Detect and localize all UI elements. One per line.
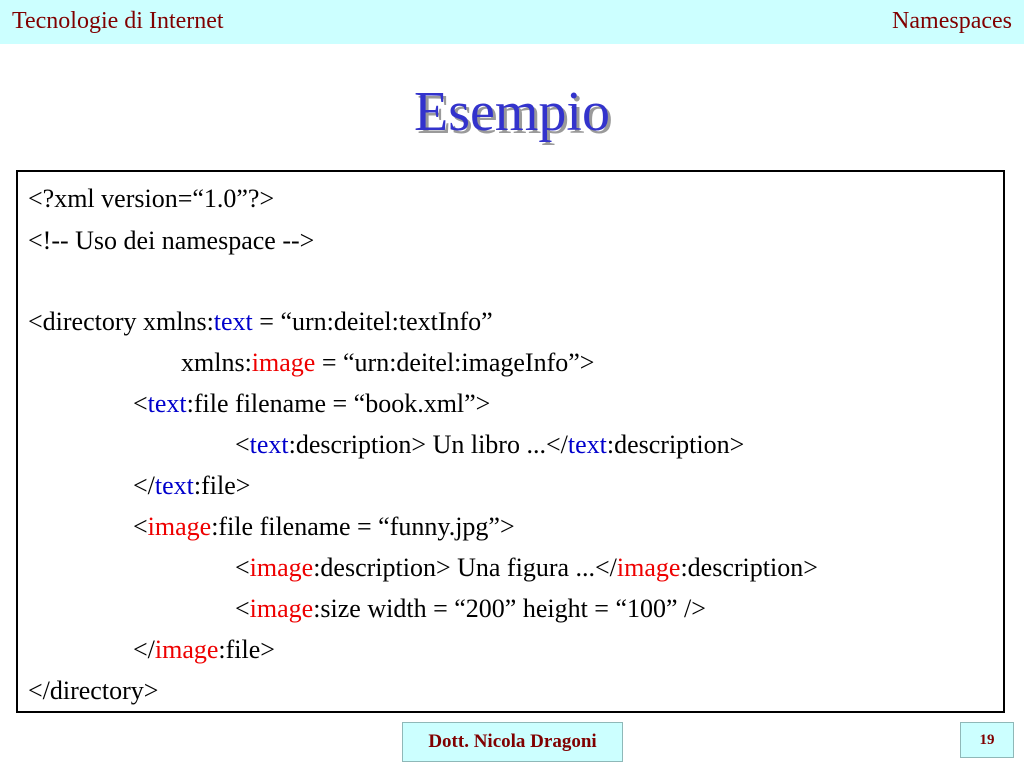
- namespace-prefix-image: image: [147, 512, 212, 541]
- code-text: <: [235, 553, 250, 582]
- code-text: <: [133, 512, 148, 541]
- page-number: 19: [960, 722, 1014, 758]
- code-line: <image:description> Una figura ...</imag…: [235, 553, 818, 583]
- code-text: <: [133, 389, 148, 418]
- namespace-prefix-text: text: [154, 471, 194, 500]
- code-line: </image:file>: [133, 635, 275, 665]
- code-line: <text:description> Un libro ...</text:de…: [235, 430, 744, 460]
- namespace-prefix-text: text: [213, 307, 253, 336]
- code-text: <: [235, 430, 250, 459]
- course-title: Tecnologie di Internet: [12, 8, 224, 34]
- code-line: </directory>: [28, 676, 158, 706]
- code-line: <directory xmlns:text = “urn:deitel:text…: [28, 307, 493, 337]
- topic-title: Namespaces: [892, 8, 1012, 34]
- code-text: :file>: [218, 635, 275, 664]
- namespace-prefix-image: image: [616, 553, 681, 582]
- code-text: :file filename = “book.xml”>: [186, 389, 491, 418]
- code-text: :description> Un libro ...</: [288, 430, 568, 459]
- code-text: :size width = “200” height = “100” />: [313, 594, 706, 623]
- namespace-prefix-image: image: [251, 348, 316, 377]
- code-line: </text:file>: [133, 471, 250, 501]
- code-text: <!-- Uso dei namespace -->: [28, 226, 315, 255]
- code-text: </: [133, 635, 155, 664]
- code-text: = “urn:deitel:textInfo”: [252, 307, 493, 336]
- code-text: :file>: [193, 471, 251, 500]
- code-listing: <?xml version=“1.0”?> <!-- Uso dei names…: [16, 170, 1005, 713]
- code-line: <!-- Uso dei namespace -->: [28, 226, 314, 256]
- namespace-prefix-image: image: [154, 635, 219, 664]
- namespace-prefix-text: text: [567, 430, 607, 459]
- code-line: xmlns:image = “urn:deitel:imageInfo”>: [181, 348, 594, 378]
- code-text: <directory xmlns:: [28, 307, 214, 336]
- code-text: :description>: [606, 430, 745, 459]
- namespace-prefix-image: image: [249, 594, 314, 623]
- code-text: :description>: [680, 553, 818, 582]
- namespace-prefix-text: text: [147, 389, 187, 418]
- header-bar: Tecnologie di Internet Namespaces: [0, 0, 1024, 44]
- namespace-prefix-text: text: [249, 430, 289, 459]
- slide-title: Esempio: [414, 81, 610, 143]
- namespace-prefix-image: image: [249, 553, 314, 582]
- code-text: <: [235, 594, 250, 623]
- code-text: :file filename = “funny.jpg”>: [211, 512, 515, 541]
- author-label: Dott. Nicola Dragoni: [402, 722, 623, 762]
- code-text: :description> Una figura ...</: [313, 553, 617, 582]
- code-text: = “urn:deitel:imageInfo”>: [315, 348, 595, 377]
- code-text: </: [133, 471, 155, 500]
- code-line: <?xml version=“1.0”?>: [28, 184, 274, 214]
- code-line: <text:file filename = “book.xml”>: [133, 389, 490, 419]
- code-line: <image:file filename = “funny.jpg”>: [133, 512, 515, 542]
- code-text: <?xml version=“1.0”?>: [28, 184, 275, 213]
- code-text: </directory>: [28, 676, 159, 705]
- code-text: xmlns:: [181, 348, 252, 377]
- code-line: <image:size width = “200” height = “100”…: [235, 594, 706, 624]
